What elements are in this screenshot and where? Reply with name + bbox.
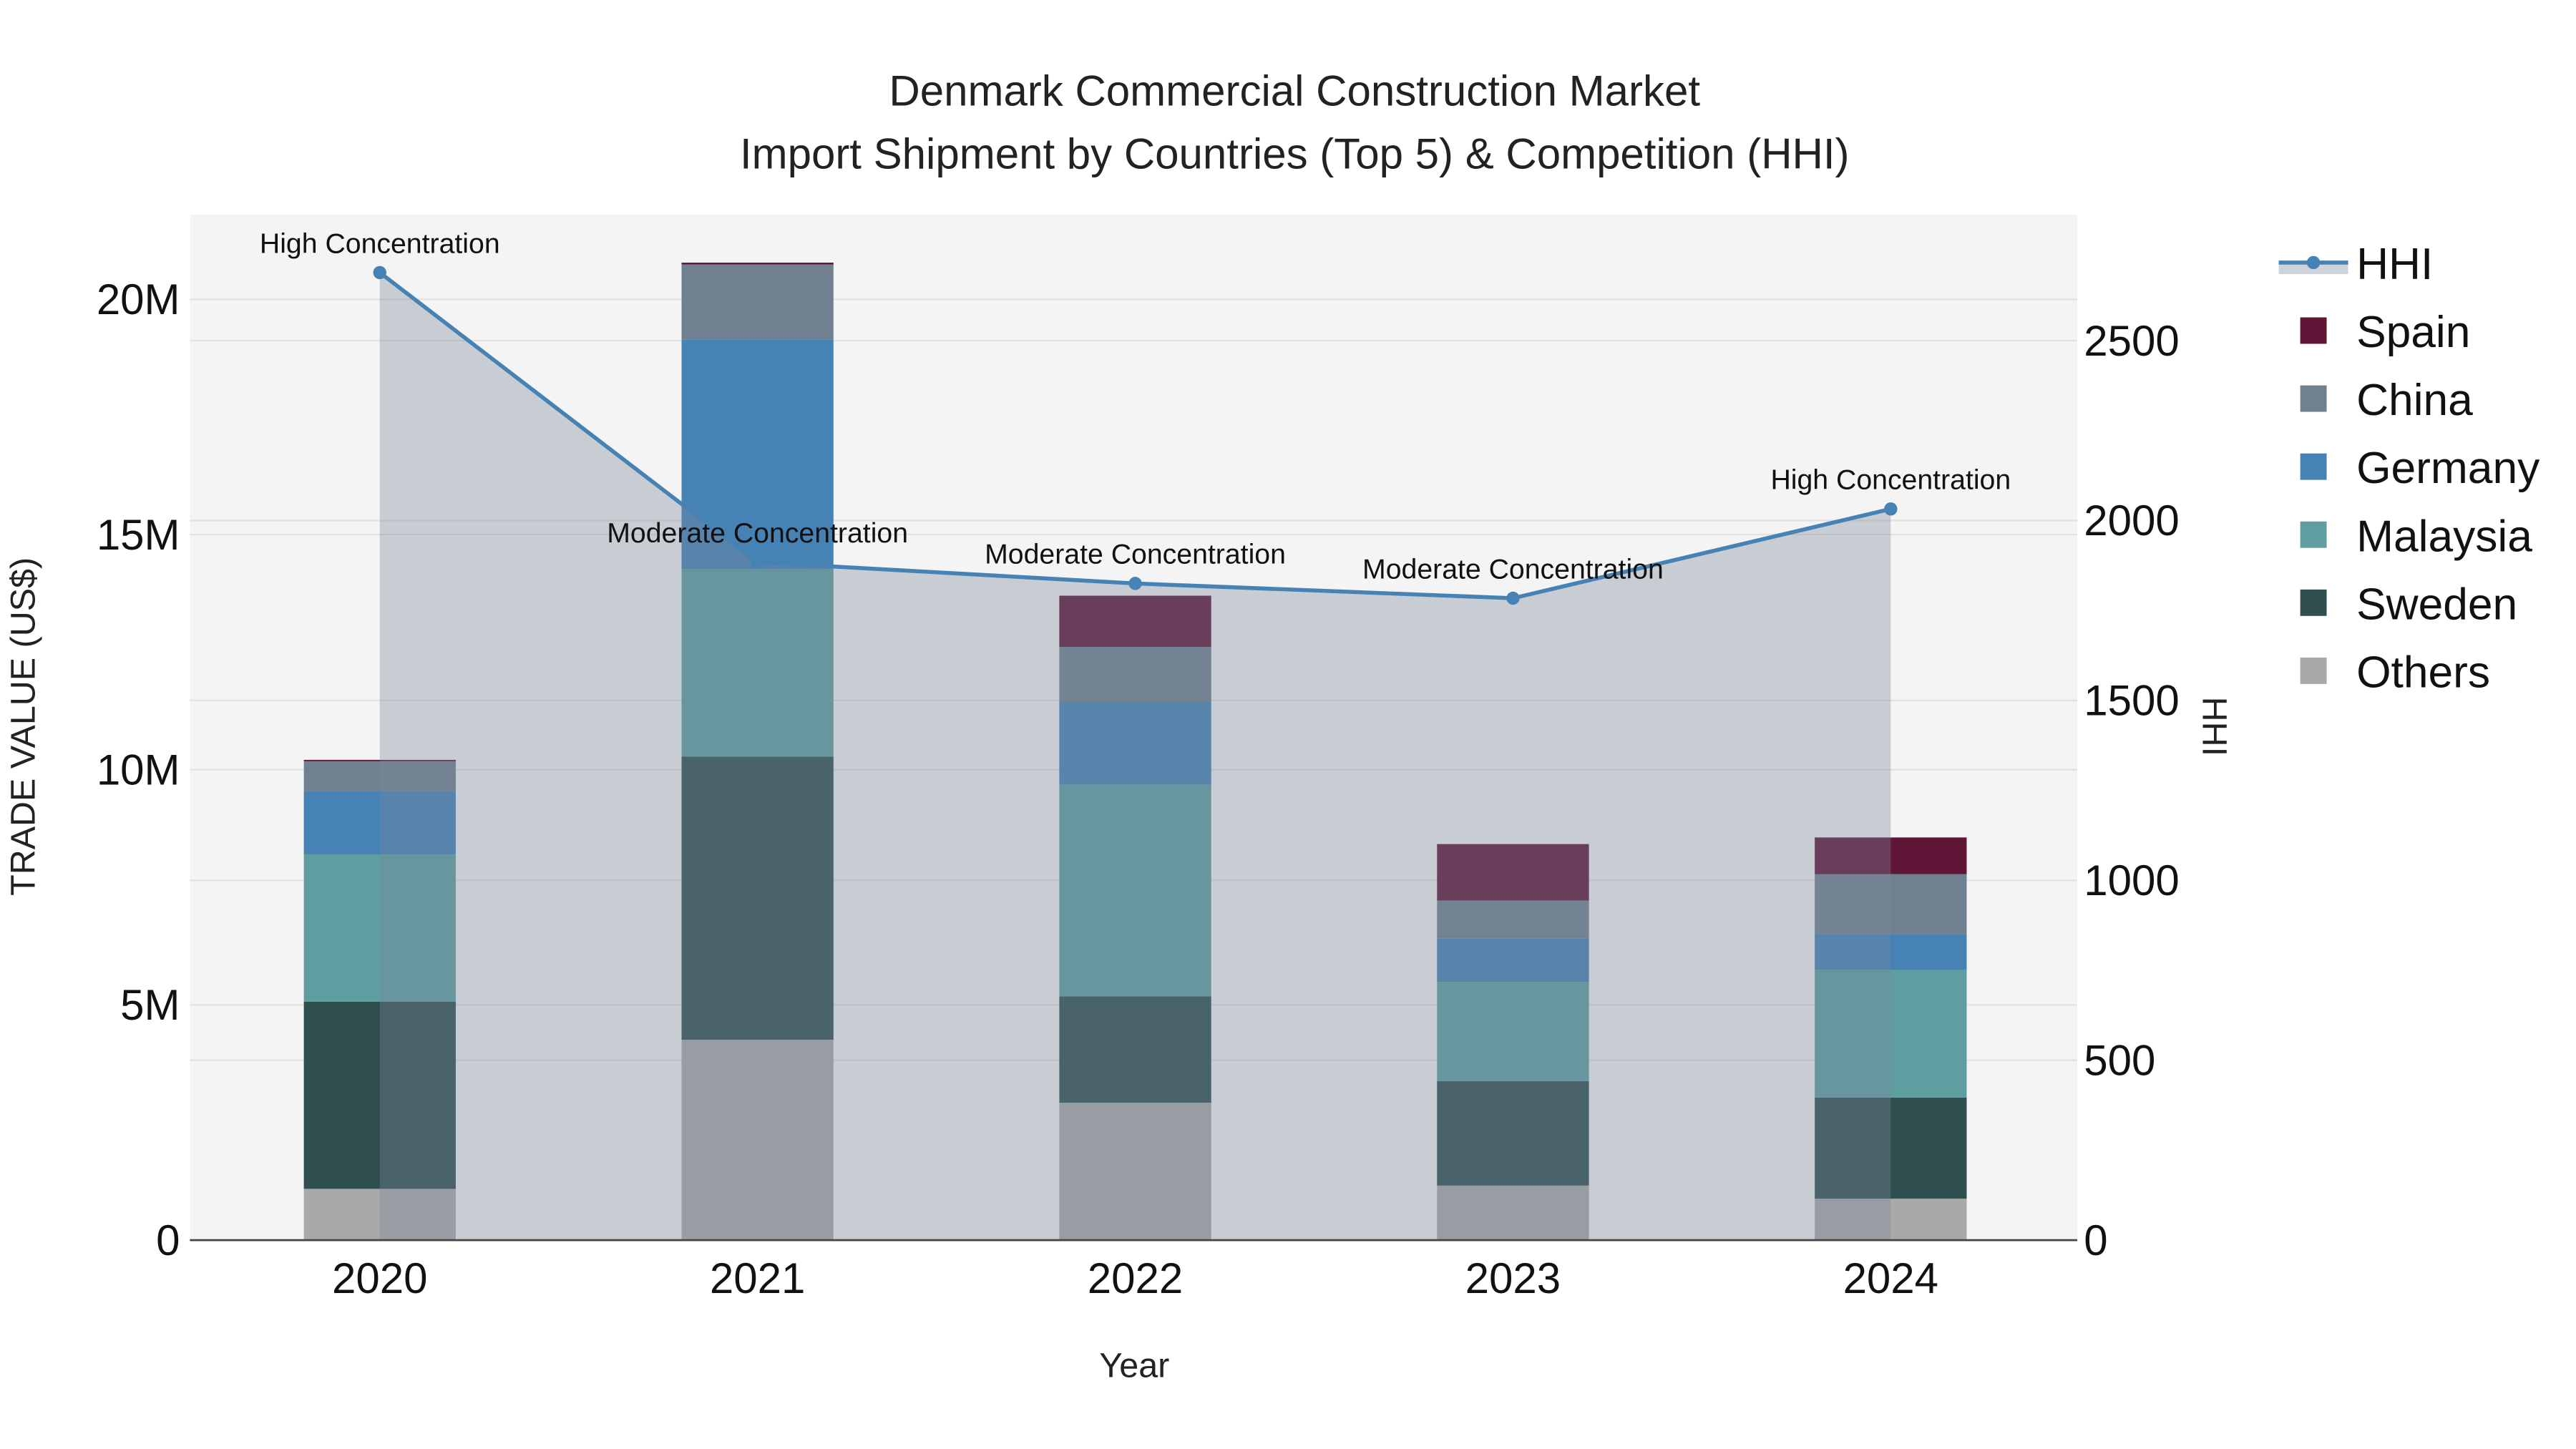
y2-tick-label: 2500 — [2084, 317, 2179, 365]
y-tick-label: 15M — [97, 511, 180, 559]
x-tick-label: 2024 — [1843, 1254, 1938, 1302]
bar-spain-2021 — [681, 263, 834, 265]
legend-label: Others — [2356, 648, 2490, 697]
x-tick-label: 2021 — [710, 1254, 805, 1302]
legend-swatch-malaysia — [2300, 521, 2327, 548]
hhi-point — [1128, 577, 1142, 590]
hhi-point — [1884, 502, 1898, 516]
hhi-annotation: Moderate Concentration — [985, 539, 1286, 570]
legend-label: Spain — [2356, 308, 2470, 357]
y2-tick-label: 2000 — [2084, 497, 2179, 545]
legend-label: Germany — [2356, 444, 2540, 493]
y-tick-label: 20M — [97, 275, 180, 323]
y2-axis-ticks: 0 500 1000 1500 2000 2500 — [2084, 317, 2179, 1264]
x-tick-label: 2023 — [1465, 1254, 1561, 1302]
x-axis-ticks: 2020 2021 2022 2023 2024 — [332, 1254, 1938, 1302]
y2-tick-label: 0 — [2084, 1216, 2107, 1264]
y-tick-label: 10M — [97, 746, 180, 794]
legend-label: Malaysia — [2356, 512, 2532, 561]
legend-swatch-sweden — [2300, 589, 2327, 616]
y2-tick-label: 500 — [2084, 1036, 2155, 1084]
hhi-point — [1506, 591, 1520, 605]
hhi-point — [373, 265, 386, 280]
y-tick-label: 0 — [156, 1216, 180, 1264]
hhi-annotation: High Concentration — [1770, 464, 2011, 496]
y2-tick-label: 1000 — [2084, 857, 2179, 904]
x-tick-label: 2022 — [1088, 1254, 1183, 1302]
chart-title: Denmark Commercial Construction Market — [889, 67, 1700, 115]
y-tick-label: 5M — [120, 981, 180, 1029]
x-axis-title: Year — [1099, 1347, 1169, 1385]
legend-label: Sweden — [2356, 580, 2517, 629]
hhi-point — [751, 555, 764, 569]
y2-axis-title: HHI — [2195, 697, 2233, 756]
legend: HHI Spain China Germany Malaysia Sweden Others — [2278, 240, 2540, 697]
legend-swatch-germany — [2300, 453, 2327, 480]
legend-swatch-china — [2300, 385, 2327, 412]
bar-china-2021 — [681, 264, 834, 340]
hhi-annotation: Moderate Concentration — [1362, 553, 1664, 585]
legend-hhi-marker — [2306, 255, 2321, 270]
hhi-annotation: High Concentration — [260, 228, 500, 259]
legend-swatch-spain — [2300, 317, 2327, 344]
chart-subtitle: Import Shipment by Countries (Top 5) & C… — [740, 130, 1850, 177]
x-tick-label: 2020 — [332, 1254, 427, 1302]
y-axis-title: TRADE VALUE (US$) — [4, 557, 42, 896]
legend-label: HHI — [2356, 240, 2433, 289]
chart: Denmark Commercial Construction Market I… — [4, 67, 2540, 1385]
legend-swatch-others — [2300, 657, 2327, 684]
legend-label: China — [2356, 376, 2473, 425]
y-axis-ticks: 0 5M 10M 15M 20M — [97, 275, 180, 1264]
hhi-annotation: Moderate Concentration — [607, 517, 908, 549]
y2-tick-label: 1500 — [2084, 677, 2179, 725]
